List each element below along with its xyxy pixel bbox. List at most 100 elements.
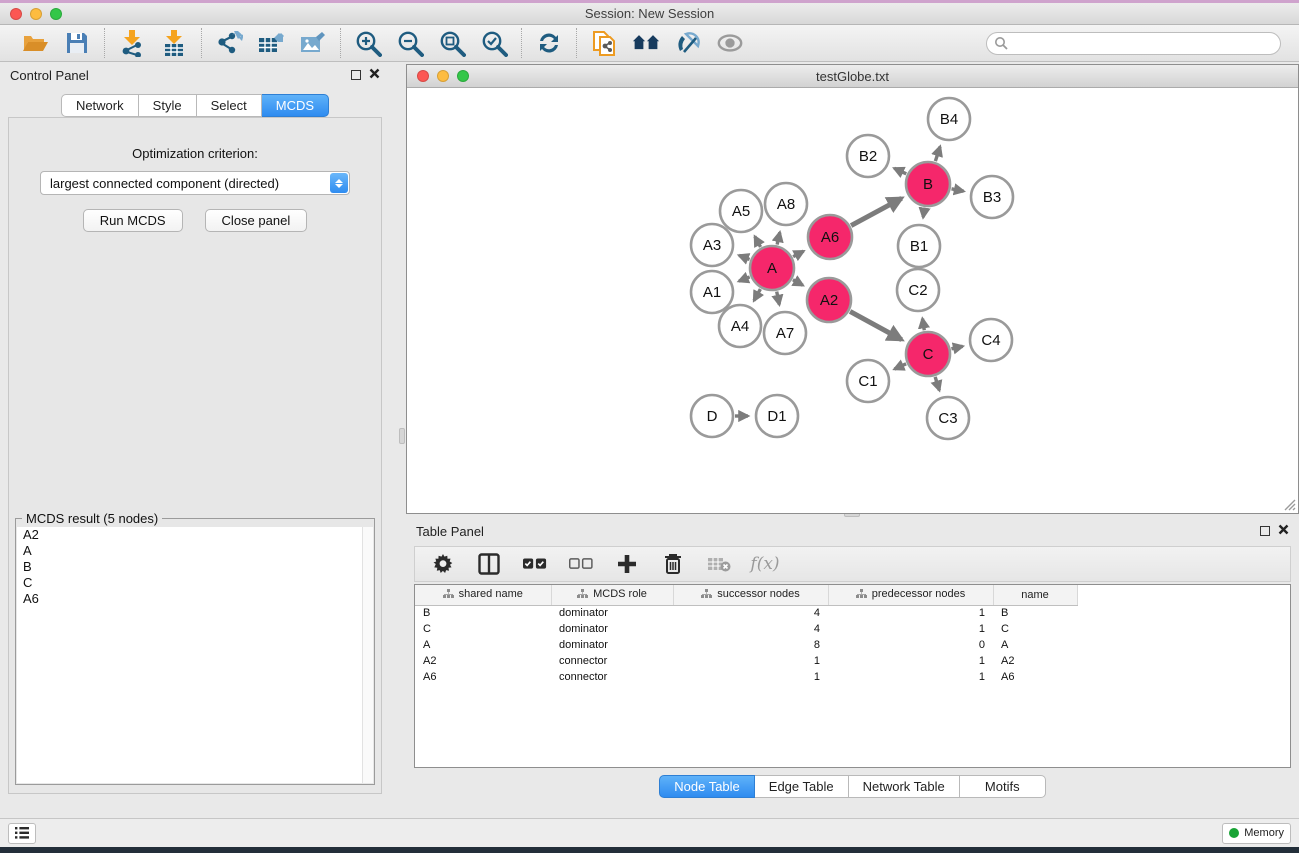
cell-successor_nodes[interactable]: 1	[673, 669, 828, 685]
table-row[interactable]: A6connector11A6	[415, 669, 1077, 685]
delete-table-icon[interactable]	[707, 552, 731, 576]
cell-mcds_role[interactable]: connector	[551, 669, 673, 685]
table-tab-motifs[interactable]: Motifs	[960, 775, 1046, 798]
run-mcds-button[interactable]: Run MCDS	[83, 209, 183, 232]
tab-style[interactable]: Style	[139, 94, 197, 117]
column-header-shared-name[interactable]: shared name	[415, 585, 551, 605]
edge-A-A1[interactable]	[739, 277, 750, 281]
edge-B-B1[interactable]	[923, 208, 924, 218]
table-row[interactable]: Bdominator41B	[415, 605, 1077, 621]
open-folder-icon[interactable]	[21, 29, 49, 57]
edge-C-C4[interactable]	[951, 346, 962, 349]
node-D[interactable]: D	[691, 395, 733, 437]
close-panel-button[interactable]: Close panel	[205, 209, 308, 232]
result-item[interactable]: A2	[17, 527, 373, 543]
node-A6[interactable]: A6	[808, 215, 852, 259]
network-graph[interactable]: B4B2BB3A5A8A6A3B1AA1C2A2A4A7C4CC1C3DD1	[407, 88, 1298, 513]
close-panel-icon[interactable]	[369, 66, 380, 84]
cell-name[interactable]: A	[993, 637, 1077, 653]
edge-C-C2[interactable]	[922, 319, 924, 331]
cell-successor_nodes[interactable]: 4	[673, 621, 828, 637]
edge-A-A6[interactable]	[793, 251, 803, 257]
clone-network-icon[interactable]	[590, 29, 618, 57]
cell-name[interactable]: B	[993, 605, 1077, 621]
cell-successor_nodes[interactable]: 8	[673, 637, 828, 653]
cell-predecessor_nodes[interactable]: 1	[828, 653, 993, 669]
import-table-icon[interactable]	[160, 29, 188, 57]
tab-select[interactable]: Select	[197, 94, 262, 117]
node-A7[interactable]: A7	[764, 312, 806, 354]
edge-A-A2[interactable]	[793, 280, 803, 286]
function-icon[interactable]: f(x)	[753, 552, 777, 576]
cell-mcds_role[interactable]: dominator	[551, 637, 673, 653]
table-row[interactable]: A2connector11A2	[415, 653, 1077, 669]
gear-icon[interactable]	[431, 552, 455, 576]
node-A4[interactable]: A4	[719, 305, 761, 347]
edge-B-B2[interactable]	[894, 168, 906, 174]
cell-successor_nodes[interactable]: 4	[673, 605, 828, 621]
cell-predecessor_nodes[interactable]: 0	[828, 637, 993, 653]
criterion-dropdown[interactable]: largest connected component (directed)	[40, 171, 350, 195]
node-C2[interactable]: C2	[897, 269, 939, 311]
edge-A-A3[interactable]	[739, 255, 750, 259]
float-table-panel-icon[interactable]	[1260, 526, 1270, 536]
unselect-all-icon[interactable]	[569, 552, 593, 576]
column-header-predecessor-nodes[interactable]: predecessor nodes	[828, 585, 993, 605]
graphics-details-icon[interactable]	[674, 29, 702, 57]
result-item[interactable]: C	[17, 575, 373, 591]
column-header-MCDS-role[interactable]: MCDS role	[551, 585, 673, 605]
edge-A-A7[interactable]	[777, 292, 780, 305]
node-A3[interactable]: A3	[691, 224, 733, 266]
node-A2[interactable]: A2	[807, 278, 851, 322]
search-input[interactable]	[986, 32, 1281, 55]
cell-predecessor_nodes[interactable]: 1	[828, 605, 993, 621]
cell-name[interactable]: A6	[993, 669, 1077, 685]
node-B3[interactable]: B3	[971, 176, 1013, 218]
zoom-selected-icon[interactable]	[480, 29, 508, 57]
node-B2[interactable]: B2	[847, 135, 889, 177]
export-table-icon[interactable]	[257, 29, 285, 57]
save-icon[interactable]	[63, 29, 91, 57]
cell-predecessor_nodes[interactable]: 1	[828, 669, 993, 685]
node-B[interactable]: B	[906, 162, 950, 206]
node-table[interactable]: shared nameMCDS rolesuccessor nodesprede…	[414, 584, 1291, 768]
vertical-splitter-grip[interactable]	[399, 428, 405, 444]
edge-B-B4[interactable]	[935, 147, 940, 162]
import-network-icon[interactable]	[118, 29, 146, 57]
column-header-name[interactable]: name	[993, 585, 1077, 605]
node-A1[interactable]: A1	[691, 271, 733, 313]
node-C[interactable]: C	[906, 332, 950, 376]
cell-shared_name[interactable]: B	[415, 605, 551, 621]
node-A5[interactable]: A5	[720, 190, 762, 232]
cell-shared_name[interactable]: A6	[415, 669, 551, 685]
cell-name[interactable]: A2	[993, 653, 1077, 669]
tab-network[interactable]: Network	[61, 94, 139, 117]
cell-mcds_role[interactable]: connector	[551, 653, 673, 669]
select-all-icon[interactable]	[523, 552, 547, 576]
edge-C-C1[interactable]	[894, 364, 906, 369]
column-header-successor-nodes[interactable]: successor nodes	[673, 585, 828, 605]
cell-mcds_role[interactable]: dominator	[551, 605, 673, 621]
zoom-out-icon[interactable]	[396, 29, 424, 57]
table-tab-network-table[interactable]: Network Table	[849, 775, 960, 798]
homes-icon[interactable]	[632, 29, 660, 57]
export-network-icon[interactable]	[215, 29, 243, 57]
edge-C-C3[interactable]	[935, 377, 939, 390]
edge-B-B3[interactable]	[952, 189, 964, 191]
zoom-fit-icon[interactable]	[438, 29, 466, 57]
node-D1[interactable]: D1	[756, 395, 798, 437]
network-window-titlebar[interactable]: testGlobe.txt	[407, 65, 1298, 88]
columns-icon[interactable]	[477, 552, 501, 576]
mcds-result-list[interactable]: A2ABCA6	[17, 527, 373, 783]
node-B1[interactable]: B1	[898, 225, 940, 267]
result-item[interactable]: A6	[17, 591, 373, 607]
cell-name[interactable]: C	[993, 621, 1077, 637]
table-tab-node-table[interactable]: Node Table	[659, 775, 755, 798]
node-C1[interactable]: C1	[847, 360, 889, 402]
trash-icon[interactable]	[661, 552, 685, 576]
cell-successor_nodes[interactable]: 1	[673, 653, 828, 669]
memory-button[interactable]: Memory	[1222, 823, 1291, 844]
result-scrollbar[interactable]	[362, 527, 373, 783]
node-C4[interactable]: C4	[970, 319, 1012, 361]
node-B4[interactable]: B4	[928, 98, 970, 140]
